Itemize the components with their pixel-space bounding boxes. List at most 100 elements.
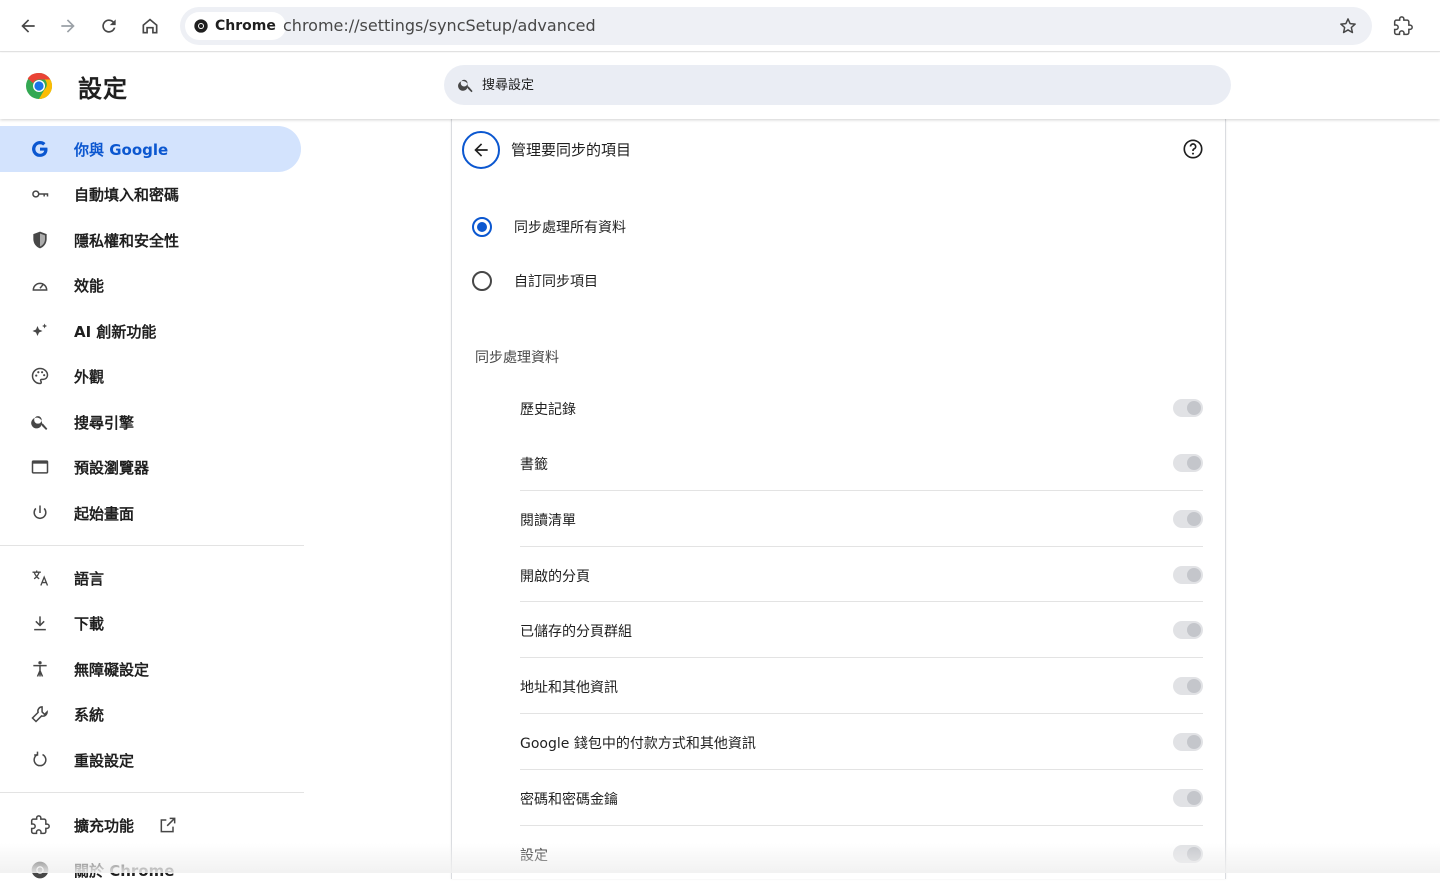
star-icon[interactable] [1338,16,1358,36]
sidebar-nav: 你與 Google 自動填入和密碼 隱私權和安全性 效能 AI 創新功能 外觀 [0,119,310,873]
sidebar-divider [0,792,304,793]
sidebar-item-label: 預設瀏覽器 [74,457,149,478]
forward-icon [58,16,78,36]
url-text[interactable]: chrome://settings/syncSetup/advanced [283,16,596,35]
sidebar-item-label: 重設設定 [74,750,134,771]
subpage-title: 管理要同步的項目 [511,139,631,160]
chrome-logo-icon [24,71,54,101]
sidebar-item-label: 無障礙設定 [74,659,149,680]
sync-settings-card: 管理要同步的項目 同步處理所有資料 自訂同步項目 同步處理資料 歷史記錄 書籤 … [451,119,1226,879]
sidebar-item-label: 語言 [74,568,104,589]
sync-toggle[interactable] [1173,510,1203,528]
download-icon [28,611,52,635]
back-icon [18,16,38,36]
sync-toggle[interactable] [1173,789,1203,807]
google-icon [28,137,52,161]
sidebar-item-extensions[interactable]: 擴充功能 [0,802,301,848]
sync-toggle[interactable] [1173,454,1203,472]
radio-label: 自訂同步項目 [514,271,598,291]
help-icon[interactable] [1182,138,1204,160]
wrench-icon [28,702,52,726]
sync-item-label: 開啟的分頁 [520,566,590,586]
sidebar-item-you-and-google[interactable]: 你與 Google [0,126,301,172]
sync-toggle[interactable] [1173,845,1203,863]
sidebar-item-label: 系統 [74,704,104,725]
extensions-button[interactable] [1385,8,1421,44]
search-icon [457,76,475,94]
sidebar-item-label: 效能 [74,275,104,296]
sync-item-row: 書籤 [520,435,1203,491]
sync-item-row: Google 錢包中的付款方式和其他資訊 [520,713,1203,769]
sync-item-row: 開啟的分頁 [520,546,1203,602]
page-title: 設定 [78,69,128,104]
home-icon [140,16,160,36]
sidebar-item-on-startup[interactable]: 起始畫面 [0,490,301,536]
sidebar-item-label: 自動填入和密碼 [74,184,179,205]
reset-icon [28,748,52,772]
sidebar-item-appearance[interactable]: 外觀 [0,353,301,399]
sidebar-divider [0,545,304,546]
translate-icon [28,566,52,590]
sync-item-row: 已儲存的分頁群組 [520,601,1203,657]
sync-toggle[interactable] [1173,566,1203,584]
extensions-icon [1393,16,1413,36]
site-chip[interactable]: Chrome [185,12,286,40]
radio-sync-everything[interactable]: 同步處理所有資料 [472,212,626,242]
settings-search[interactable] [444,65,1231,105]
forward-button[interactable] [50,8,86,44]
search-icon [28,410,52,434]
shield-icon [28,228,52,252]
sync-item-row: 歷史記錄 [520,380,1203,436]
browser-toolbar: Chrome chrome://settings/syncSetup/advan… [0,0,1440,52]
sidebar-item-label: 你與 Google [74,139,168,160]
sidebar-item-languages[interactable]: 語言 [0,555,301,601]
search-input[interactable] [482,65,1182,105]
key-icon [28,182,52,206]
sidebar-item-label: 搜尋引擎 [74,412,134,433]
sidebar-item-label: 起始畫面 [74,503,134,524]
section-heading: 同步處理資料 [475,347,559,367]
sync-toggle[interactable] [1173,621,1203,639]
sidebar-item-label: 下載 [74,613,104,634]
address-bar[interactable]: Chrome chrome://settings/syncSetup/advan… [180,7,1372,45]
sidebar-item-system[interactable]: 系統 [0,691,301,737]
sync-toggle[interactable] [1173,733,1203,751]
radio-customize-sync[interactable]: 自訂同步項目 [472,266,598,296]
sync-item-label: 歷史記錄 [520,399,576,419]
sidebar-item-label: 擴充功能 [74,815,134,836]
back-button[interactable] [10,8,46,44]
sync-item-label: 已儲存的分頁群組 [520,621,632,641]
radio-button[interactable] [472,271,492,291]
palette-icon [28,364,52,388]
puzzle-icon [28,813,52,837]
radio-button[interactable] [472,217,492,237]
sync-item-label: 書籤 [520,454,548,474]
sync-item-label: 地址和其他資訊 [520,677,618,697]
sidebar-item-accessibility[interactable]: 無障礙設定 [0,646,301,692]
site-chip-label: Chrome [215,18,276,34]
sidebar-item-autofill[interactable]: 自動填入和密碼 [0,171,301,217]
sidebar-item-search-engine[interactable]: 搜尋引擎 [0,399,301,445]
settings-header: 設定 [0,53,1440,119]
chrome-icon [193,18,209,34]
home-button[interactable] [132,8,168,44]
sidebar-item-performance[interactable]: 效能 [0,262,301,308]
sync-item-label: Google 錢包中的付款方式和其他資訊 [520,733,756,753]
sidebar-item-ai[interactable]: AI 創新功能 [0,308,301,354]
browser-window-icon [28,455,52,479]
sidebar-item-downloads[interactable]: 下載 [0,600,301,646]
sync-item-label: 密碼和密碼金鑰 [520,789,618,809]
sync-item-row: 地址和其他資訊 [520,657,1203,713]
sync-toggle[interactable] [1173,399,1203,417]
reload-button[interactable] [91,8,127,44]
sidebar-item-label: 外觀 [74,366,104,387]
sidebar-item-about-chrome[interactable]: 關於 Chrome [0,847,301,893]
sidebar-item-default-browser[interactable]: 預設瀏覽器 [0,444,301,490]
sidebar-item-privacy[interactable]: 隱私權和安全性 [0,217,301,263]
external-link-icon [158,815,178,835]
radio-label: 同步處理所有資料 [514,217,626,237]
back-arrow-button[interactable] [462,131,500,169]
sync-toggle[interactable] [1173,677,1203,695]
sidebar-item-reset[interactable]: 重設設定 [0,737,301,783]
sync-item-row: 密碼和密碼金鑰 [520,769,1203,825]
